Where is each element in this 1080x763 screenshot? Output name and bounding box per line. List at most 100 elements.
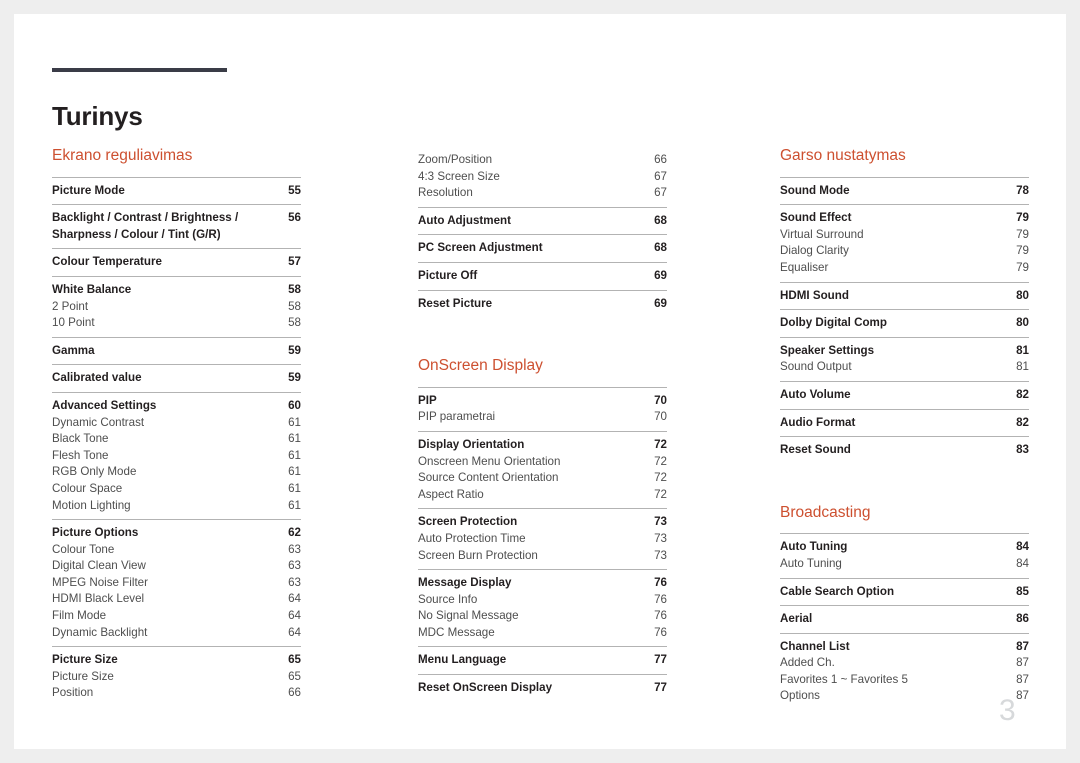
toc-entry-page: 63 [288,542,301,556]
toc-entry[interactable]: Dynamic Contrast 61 [52,415,301,432]
toc-entry[interactable]: Equaliser 79 [780,260,1029,277]
toc-entry[interactable]: Resolution 67 [418,185,667,202]
toc-entry[interactable]: Dynamic Backlight 64 [52,625,301,642]
toc-entry[interactable]: Auto Tuning 84 [780,539,1029,556]
toc-entry[interactable]: PC Screen Adjustment 68 [418,240,667,257]
toc-entry[interactable]: Calibrated value 59 [52,370,301,387]
toc-entry-label: Colour Temperature [52,255,162,269]
toc-entry-page: 58 [288,282,301,296]
toc-entry[interactable]: Auto Volume 82 [780,387,1029,404]
toc-entry[interactable]: Advanced Settings 60 [52,398,301,415]
toc-entry[interactable]: Channel List 87 [780,639,1029,656]
toc-entry[interactable]: PIP parametrai 70 [418,409,667,426]
toc-entry-label: Picture Off [418,268,478,282]
toc-entry[interactable]: Onscreen Menu Orientation 72 [418,454,667,471]
toc-entry[interactable]: 2 Point 58 [52,299,301,316]
toc-entry-page: 69 [654,296,667,310]
toc-entry[interactable]: HDMI Sound 80 [780,288,1029,305]
toc-entry[interactable]: Dialog Clarity 79 [780,243,1029,260]
toc-entry[interactable]: Reset Picture 69 [418,296,667,313]
toc-entry[interactable]: Menu Language 77 [418,652,667,669]
toc-entry[interactable]: Picture Size 65 [52,669,301,686]
toc-entry[interactable]: Gamma 59 [52,343,301,360]
toc-entry[interactable]: Colour Tone 63 [52,542,301,559]
toc-entry[interactable]: Audio Format 82 [780,415,1029,432]
toc-entry-page: 61 [288,481,301,495]
toc-entry[interactable]: Sound Output 81 [780,359,1029,376]
toc-entry[interactable]: Source Content Orientation 72 [418,470,667,487]
toc-entry-label: Aerial [780,612,813,626]
toc-entry[interactable]: Sound Effect 79 [780,210,1029,227]
toc-group: Gamma 59 [52,336,301,365]
toc-entry[interactable]: Message Display 76 [418,575,667,592]
toc-entry[interactable]: Auto Protection Time 73 [418,531,667,548]
toc-entry[interactable]: Source Info 76 [418,592,667,609]
toc-entry[interactable]: Reset Sound 83 [780,442,1029,459]
toc-entry[interactable]: Digital Clean View 63 [52,558,301,575]
toc-entry[interactable]: Backlight / Contrast / Brightness / Shar… [52,210,301,243]
toc-entry[interactable]: Auto Adjustment 68 [418,213,667,230]
toc-entry[interactable]: 10 Point 58 [52,315,301,332]
toc-entry-page: 65 [288,669,301,683]
toc-entry-label: Reset Sound [780,443,851,457]
toc-entry-page: 73 [654,548,667,562]
toc-section: Zoom/Position 66 4:3 Screen Size 67 Resoluti… [418,147,667,317]
toc-section: Ekrano reguliavimas Picture Mode 55 Backlig… [52,147,301,707]
toc-entry[interactable]: Options 87 [780,688,1029,705]
toc-entry[interactable]: White Balance 58 [52,282,301,299]
toc-entry-label: Colour Tone [52,542,115,556]
toc-entry[interactable]: Aerial 86 [780,611,1029,628]
toc-entry-label: Added Ch. [780,656,835,670]
toc-entry[interactable]: Colour Temperature 57 [52,254,301,271]
toc-entry[interactable]: Dolby Digital Comp 80 [780,315,1029,332]
page-number: 3 [999,694,1016,727]
toc-entry[interactable]: 4:3 Screen Size 67 [418,169,667,186]
toc-entry-page: 68 [654,241,667,255]
toc-column-1: Ekrano reguliavimas Picture Mode 55 Backlig… [52,147,301,707]
toc-entry-label: Backlight / Contrast / Brightness / Shar… [52,211,239,241]
toc-entry[interactable]: Aspect Ratio 72 [418,487,667,504]
toc-entry-label: Motion Lighting [52,498,131,512]
section-heading: Broadcasting [780,503,871,521]
toc-entry[interactable]: RGB Only Mode 61 [52,464,301,481]
toc-entry[interactable]: MDC Message 76 [418,625,667,642]
toc-entry[interactable]: Reset OnScreen Display 77 [418,680,667,697]
toc-entry[interactable]: Screen Burn Protection 73 [418,548,667,565]
toc-group: Zoom/Position 66 4:3 Screen Size 67 Resoluti… [418,147,667,207]
toc-entry-page: 76 [654,592,667,606]
toc-entry[interactable]: Virtual Surround 79 [780,227,1029,244]
toc-entry[interactable]: Picture Mode 55 [52,183,301,200]
toc-entry[interactable]: Added Ch. 87 [780,655,1029,672]
toc-entry[interactable]: Display Orientation 72 [418,437,667,454]
toc-entry[interactable]: Auto Tuning 84 [780,556,1029,573]
toc-entry[interactable]: Colour Space 61 [52,481,301,498]
toc-entry[interactable]: Speaker Settings 81 [780,343,1029,360]
toc-entry[interactable]: Screen Protection 73 [418,514,667,531]
toc-entry[interactable]: Picture Size 65 [52,652,301,669]
toc-entry-page: 79 [1016,244,1029,258]
toc-entry[interactable]: Flesh Tone 61 [52,448,301,465]
section-heading: Ekrano reguliavimas [52,147,193,164]
toc-entry[interactable]: Picture Options 62 [52,525,301,542]
toc-entry[interactable]: Zoom/Position 66 [418,152,667,169]
toc-entry[interactable]: Picture Off 69 [418,268,667,285]
toc-entry[interactable]: MPEG Noise Filter 63 [52,575,301,592]
toc-entry-label: 4:3 Screen Size [418,169,500,183]
toc-entry[interactable]: Sound Mode 78 [780,183,1029,200]
toc-entry[interactable]: Black Tone 61 [52,431,301,448]
toc-group: HDMI Sound 80 [780,281,1029,310]
toc-entry[interactable]: Favorites 1 ~ Favorites 5 87 [780,672,1029,689]
toc-entry-page: 85 [1016,584,1029,598]
toc-entry[interactable]: Cable Search Option 85 [780,584,1029,601]
toc-entry-page: 79 [1016,211,1029,225]
toc-entry[interactable]: Film Mode 64 [52,608,301,625]
toc-entry-page: 72 [654,471,667,485]
toc-entry[interactable]: Motion Lighting 61 [52,498,301,515]
toc-entry[interactable]: PIP 70 [418,393,667,410]
toc-group: Reset Picture 69 [418,289,667,318]
toc-entry[interactable]: No Signal Message 76 [418,608,667,625]
toc-group: Speaker Settings 81 Sound Output 81 [780,336,1029,381]
toc-entry[interactable]: HDMI Black Level 64 [52,591,301,608]
toc-entry-label: Menu Language [418,653,507,667]
toc-entry[interactable]: Position 66 [52,685,301,702]
